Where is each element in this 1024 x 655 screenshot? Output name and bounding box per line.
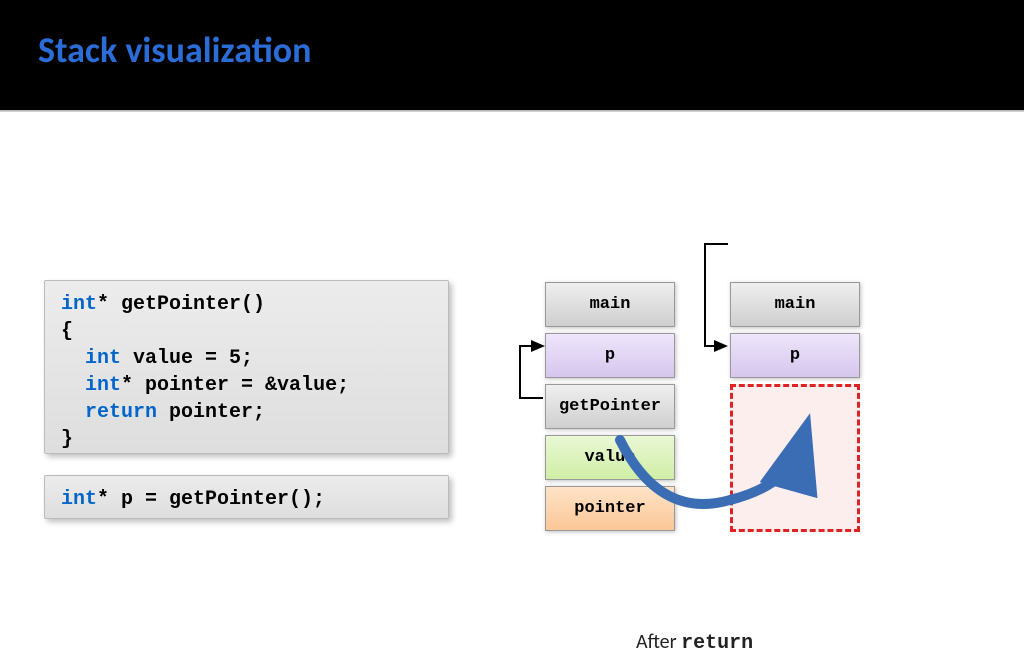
code-text: * pointer = &value; <box>121 374 349 397</box>
keyword: return <box>681 632 753 655</box>
stack-cell-getpointer: getPointer <box>545 384 675 429</box>
keyword: return <box>85 401 157 424</box>
stack-cell-p: p <box>730 333 860 378</box>
code-text: pointer; <box>157 401 265 424</box>
code-block-function: int* getPointer() { int value = 5; int* … <box>44 280 449 454</box>
stack-cell-value: value <box>545 435 675 480</box>
slide-title: Stack visualization <box>38 28 1024 72</box>
stack-cell-main: main <box>545 282 675 327</box>
after-return-label: After return <box>636 630 753 655</box>
code-text: value = 5; <box>121 347 253 370</box>
divider <box>0 110 1024 112</box>
keyword: int <box>85 347 121 370</box>
code-text: * getPointer() <box>97 293 265 316</box>
code-block-call: int* p = getPointer(); <box>44 475 449 519</box>
stack-cell-main: main <box>730 282 860 327</box>
pointer-arrow-1 <box>520 346 543 398</box>
keyword: int <box>61 293 97 316</box>
deallocated-region <box>730 384 860 532</box>
pointer-arrow-2 <box>705 244 728 346</box>
code-text: { <box>61 320 73 343</box>
stack-cell-p: p <box>545 333 675 378</box>
header: Stack visualization <box>0 0 1024 110</box>
code-text: * p = getPointer(); <box>97 488 325 511</box>
label-text: After <box>636 630 681 654</box>
stack-before: main p getPointer value pointer <box>545 282 675 537</box>
stack-cell-pointer: pointer <box>545 486 675 531</box>
code-text: } <box>61 428 73 451</box>
stack-after: main p <box>730 282 860 384</box>
keyword: int <box>61 488 97 511</box>
keyword: int <box>85 374 121 397</box>
